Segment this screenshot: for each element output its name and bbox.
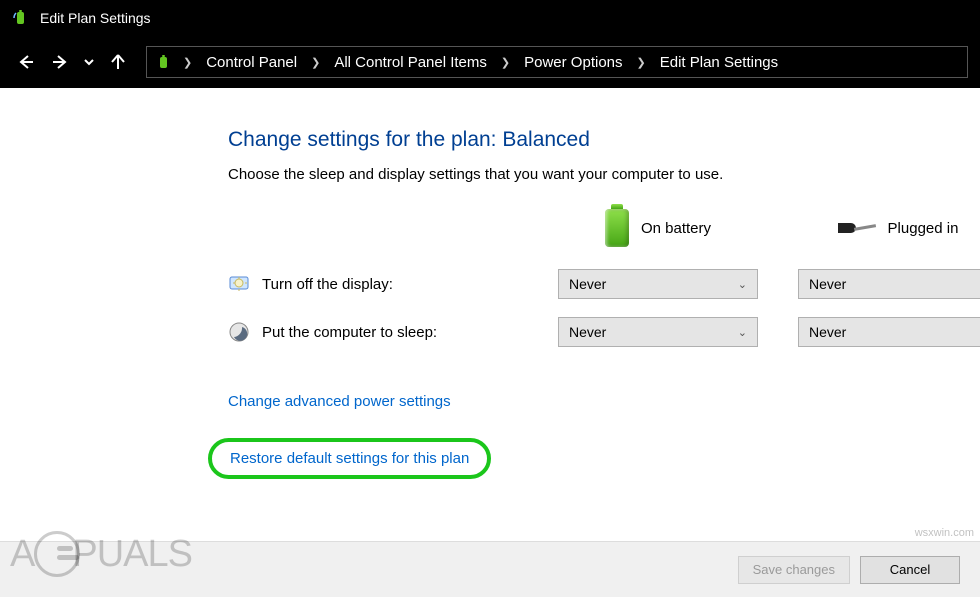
- recent-locations-button[interactable]: [80, 48, 98, 76]
- display-battery-select[interactable]: Never ⌄: [558, 269, 758, 299]
- save-button[interactable]: Save changes: [738, 556, 850, 584]
- address-icon: [155, 53, 173, 71]
- chevron-down-icon: ⌄: [738, 278, 747, 291]
- breadcrumb-edit-plan[interactable]: Edit Plan Settings: [656, 52, 782, 73]
- row-label-display: Turn off the display:: [262, 276, 393, 293]
- page-heading: Change settings for the plan: Balanced: [228, 128, 920, 152]
- window-title: Edit Plan Settings: [40, 10, 151, 26]
- select-value: Never: [569, 276, 606, 292]
- chevron-down-icon: ⌄: [738, 326, 747, 339]
- display-icon: [228, 273, 250, 295]
- links-section: Change advanced power settings Restore d…: [228, 393, 920, 479]
- advanced-settings-link[interactable]: Change advanced power settings: [228, 393, 451, 410]
- settings-grid: On battery Plugged in Turn off the displ…: [228, 205, 920, 347]
- sleep-battery-select[interactable]: Never ⌄: [558, 317, 758, 347]
- app-icon: [12, 9, 30, 27]
- select-value: Never: [569, 324, 606, 340]
- watermark-brand: A PUALS: [10, 531, 192, 577]
- titlebar: Edit Plan Settings: [0, 0, 980, 36]
- row-sleep: Put the computer to sleep:: [228, 321, 518, 343]
- column-header-plugged: Plugged in: [798, 205, 980, 251]
- content-area: Change settings for the plan: Balanced C…: [0, 88, 980, 479]
- chevron-right-icon: ❯: [637, 56, 646, 69]
- sleep-plugged-select[interactable]: Never ⌄: [798, 317, 980, 347]
- chevron-right-icon: ❯: [311, 56, 320, 69]
- restore-defaults-link[interactable]: Restore default settings for this plan: [230, 450, 469, 467]
- select-value: Never: [809, 324, 846, 340]
- address-bar[interactable]: ❯ Control Panel ❯ All Control Panel Item…: [146, 46, 968, 78]
- breadcrumb-all-items[interactable]: All Control Panel Items: [330, 52, 491, 73]
- column-label-battery: On battery: [641, 220, 711, 237]
- forward-button[interactable]: [46, 48, 74, 76]
- watermark-url: wsxwin.com: [915, 527, 974, 539]
- highlight-annotation: Restore default settings for this plan: [208, 438, 491, 479]
- breadcrumb-power-options[interactable]: Power Options: [520, 52, 626, 73]
- sleep-icon: [228, 321, 250, 343]
- battery-icon: [605, 209, 629, 247]
- breadcrumb-control-panel[interactable]: Control Panel: [202, 52, 301, 73]
- plug-icon: [838, 220, 876, 236]
- back-button[interactable]: [12, 48, 40, 76]
- cancel-button[interactable]: Cancel: [860, 556, 960, 584]
- column-label-plugged: Plugged in: [888, 220, 959, 237]
- chevron-right-icon: ❯: [501, 56, 510, 69]
- row-label-sleep: Put the computer to sleep:: [262, 324, 437, 341]
- display-plugged-select[interactable]: Never ⌄: [798, 269, 980, 299]
- navbar: ❯ Control Panel ❯ All Control Panel Item…: [0, 36, 980, 88]
- column-header-battery: On battery: [558, 205, 758, 251]
- chevron-right-icon: ❯: [183, 56, 192, 69]
- row-display: Turn off the display:: [228, 273, 518, 295]
- select-value: Never: [809, 276, 846, 292]
- up-button[interactable]: [104, 48, 132, 76]
- page-subtext: Choose the sleep and display settings th…: [228, 166, 920, 183]
